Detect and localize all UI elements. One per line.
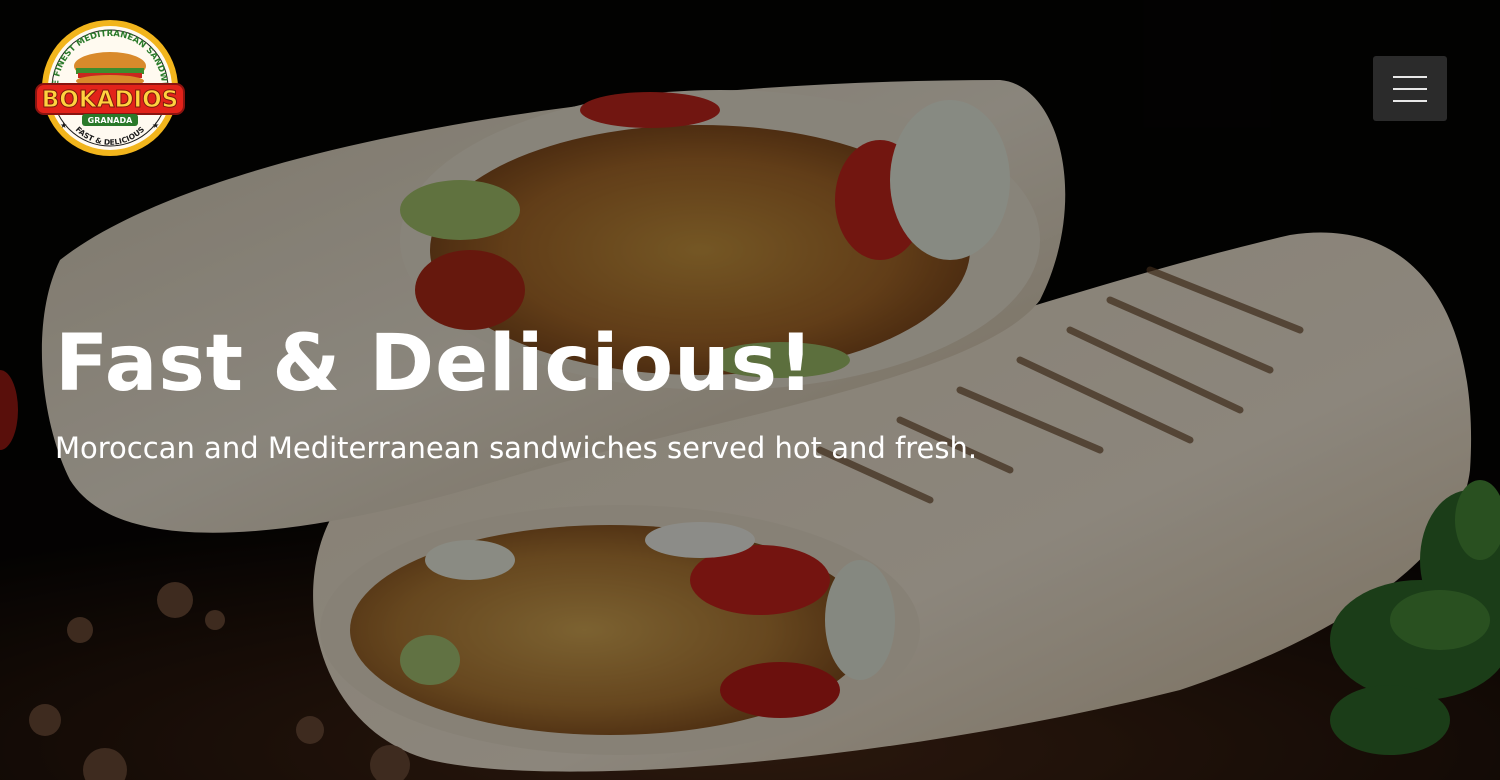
logo-name: BOKADIOS	[42, 87, 178, 113]
sandwich-icon	[74, 52, 146, 87]
hero-section: THE FINEST MEDITRANEAN SANDWICH BOKADIOS…	[0, 0, 1500, 780]
bokadios-logo[interactable]: THE FINEST MEDITRANEAN SANDWICH BOKADIOS…	[26, 11, 190, 158]
hero-title: Fast & Delicious!	[55, 319, 815, 409]
logo-city: GRANADA	[88, 116, 133, 125]
svg-text:★: ★	[152, 121, 159, 130]
hero-subtitle: Moroccan and Mediterranean sandwiches se…	[55, 431, 978, 465]
hamburger-menu-button[interactable]	[1373, 56, 1447, 121]
hamburger-menu-icon	[1393, 76, 1427, 78]
hero-text-block: Fast & Delicious! Moroccan and Mediterra…	[55, 318, 1155, 468]
svg-text:★: ★	[60, 121, 67, 130]
